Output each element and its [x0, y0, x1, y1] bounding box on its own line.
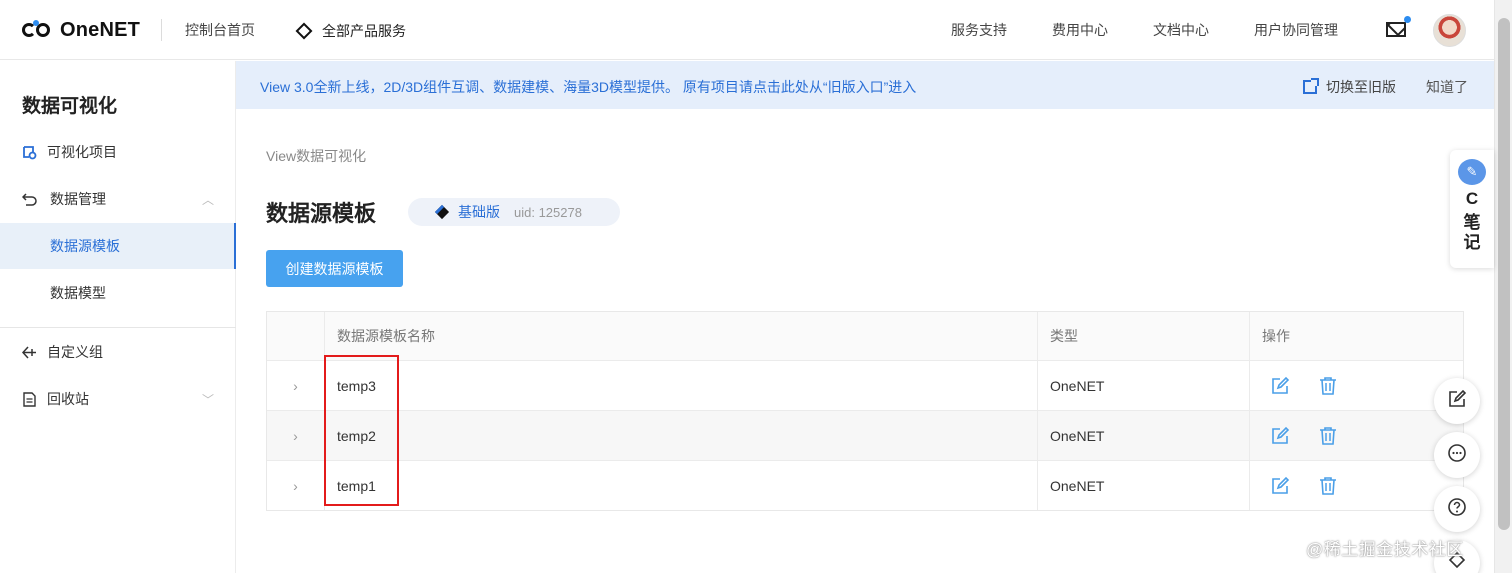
- header-divider: [161, 19, 162, 41]
- note-pen-icon: ✎: [1458, 159, 1486, 185]
- page-title: 数据源模板: [266, 201, 377, 226]
- actions-cell: [1250, 411, 1463, 460]
- user-uid: uid: 125278: [514, 204, 582, 220]
- sidebar: 数据可视化 可视化项目 数据管理 ︿ 数据源模板 数据模型 自定义组 回收站 ﹀: [0, 61, 236, 573]
- table-row[interactable]: › temp3 OneNET: [267, 360, 1463, 410]
- chevron-right-icon: ›: [293, 427, 298, 444]
- sidebar-item-custom-group[interactable]: 自定义组: [0, 329, 236, 375]
- table-row[interactable]: › temp1 OneNET: [267, 460, 1463, 510]
- sidebar-item-label: 数据模型: [50, 285, 106, 301]
- all-products-label: 全部产品服务: [322, 23, 406, 39]
- help-icon: [1447, 497, 1467, 522]
- sidebar-item-label: 可视化项目: [47, 144, 117, 160]
- sidebar-item-recycle-bin[interactable]: 回收站 ﹀: [0, 376, 236, 422]
- template-type-cell: OneNET: [1038, 411, 1250, 460]
- chevron-right-icon: ›: [293, 477, 298, 494]
- edit-icon[interactable]: [1270, 376, 1290, 396]
- expand-row-button[interactable]: ›: [267, 461, 325, 510]
- sidebar-item-data-model[interactable]: 数据模型: [0, 270, 236, 316]
- template-name-cell: temp2: [325, 411, 1038, 460]
- console-home-link[interactable]: 控制台首页: [185, 20, 255, 40]
- column-header-actions: 操作: [1262, 328, 1290, 344]
- edit-icon[interactable]: [1270, 426, 1290, 446]
- plan-badge: 基础版 uid: 125278: [408, 198, 620, 226]
- top-header: OneNET 控制台首页 全部产品服务 服务支持 费用中心 文档中心 用户协同管…: [0, 0, 1494, 60]
- expand-row-button[interactable]: ›: [267, 361, 325, 410]
- note-label: 笔记: [1463, 213, 1481, 252]
- dismiss-notice-button[interactable]: 知道了: [1426, 77, 1468, 97]
- notice-text[interactable]: View 3.0全新上线，2D/3D组件互调、数据建模、海量3D模型提供。 原有…: [260, 77, 916, 97]
- delete-icon[interactable]: [1318, 426, 1338, 446]
- sidebar-divider: [0, 327, 236, 328]
- edit-note-icon: [1447, 389, 1467, 414]
- datasource-template-table: 数据源模板名称 类型 操作 › temp3 OneNET › temp2 One…: [266, 311, 1464, 511]
- table-header: 数据源模板名称 类型 操作: [267, 312, 1463, 360]
- sidebar-item-label: 回收站: [47, 391, 89, 407]
- content-panel: View数据可视化 数据源模板 基础版 uid: 125278 创建数据源模板 …: [236, 109, 1494, 573]
- switch-old-version-button[interactable]: 切换至旧版: [1303, 77, 1396, 97]
- breadcrumb[interactable]: View数据可视化: [266, 146, 366, 166]
- template-type-cell: OneNET: [1038, 461, 1250, 510]
- onenet-logo-icon: [22, 20, 58, 40]
- expand-row-button[interactable]: ›: [267, 411, 325, 460]
- plan-diamond-icon: [434, 204, 450, 220]
- main-area: View 3.0全新上线，2D/3D组件互调、数据建模、海量3D模型提供。 原有…: [236, 61, 1494, 573]
- nav-user-collaboration[interactable]: 用户协同管理: [1254, 20, 1338, 40]
- template-type-cell: OneNET: [1038, 361, 1250, 410]
- products-diamond-icon: [295, 22, 313, 40]
- sidebar-item-data-management[interactable]: 数据管理 ︿: [0, 176, 236, 222]
- chevron-right-icon: ›: [293, 377, 298, 394]
- back-arrow-icon: [21, 191, 37, 207]
- recycle-bin-icon: [21, 391, 37, 407]
- watermark: @稀土掘金技术社区: [1306, 540, 1464, 559]
- delete-icon[interactable]: [1318, 376, 1338, 396]
- expand-column-header: [267, 312, 325, 360]
- chevron-up-icon: ︿: [201, 193, 214, 207]
- delete-icon[interactable]: [1318, 476, 1338, 496]
- nav-billing-center[interactable]: 费用中心: [1052, 20, 1108, 40]
- actions-cell: [1250, 361, 1463, 410]
- chat-button[interactable]: [1434, 432, 1480, 478]
- sidebar-item-visual-projects[interactable]: 可视化项目: [0, 129, 236, 175]
- help-button[interactable]: [1434, 486, 1480, 532]
- sidebar-item-label: 数据管理: [50, 191, 106, 207]
- sidebar-item-label: 数据源模板: [50, 238, 120, 254]
- page-scrollbar[interactable]: [1494, 0, 1512, 573]
- chat-icon: [1447, 443, 1467, 468]
- edit-icon[interactable]: [1270, 476, 1290, 496]
- scrollbar-thumb[interactable]: [1498, 18, 1510, 530]
- nav-service-support[interactable]: 服务支持: [951, 20, 1007, 40]
- notice-banner: View 3.0全新上线，2D/3D组件互调、数据建模、海量3D模型提供。 原有…: [236, 61, 1494, 109]
- notes-widget[interactable]: ✎ C 笔记: [1450, 150, 1494, 268]
- template-name-cell: temp1: [325, 461, 1038, 510]
- all-products-menu[interactable]: 全部产品服务: [295, 21, 406, 41]
- column-header-name: 数据源模板名称: [325, 312, 1038, 360]
- name-highlight-box: [324, 355, 399, 506]
- visualization-icon: [21, 144, 37, 160]
- template-name-cell: temp3: [325, 361, 1038, 410]
- mail-badge: [1404, 16, 1411, 23]
- note-letter: C: [1465, 189, 1479, 208]
- create-datasource-template-button[interactable]: 创建数据源模板: [266, 250, 403, 287]
- nav-docs-center[interactable]: 文档中心: [1153, 20, 1209, 40]
- chevron-down-icon: ﹀: [201, 393, 214, 407]
- external-link-icon: [1303, 78, 1319, 94]
- sidebar-title: 数据可视化: [22, 96, 118, 117]
- sidebar-item-label: 自定义组: [47, 344, 103, 360]
- custom-group-icon: [21, 344, 37, 360]
- sidebar-item-datasource-template[interactable]: 数据源模板: [0, 223, 236, 269]
- column-header-type: 类型: [1038, 312, 1250, 360]
- actions-cell: [1250, 461, 1463, 510]
- logo-text: OneNET: [60, 18, 141, 41]
- switch-old-version-label: 切换至旧版: [1326, 79, 1396, 95]
- plan-name[interactable]: 基础版: [458, 202, 500, 222]
- avatar[interactable]: [1433, 14, 1466, 47]
- onenet-logo[interactable]: OneNET: [22, 16, 140, 44]
- table-row[interactable]: › temp2 OneNET: [267, 410, 1463, 460]
- mail-icon[interactable]: [1386, 16, 1411, 38]
- feedback-edit-button[interactable]: [1434, 378, 1480, 424]
